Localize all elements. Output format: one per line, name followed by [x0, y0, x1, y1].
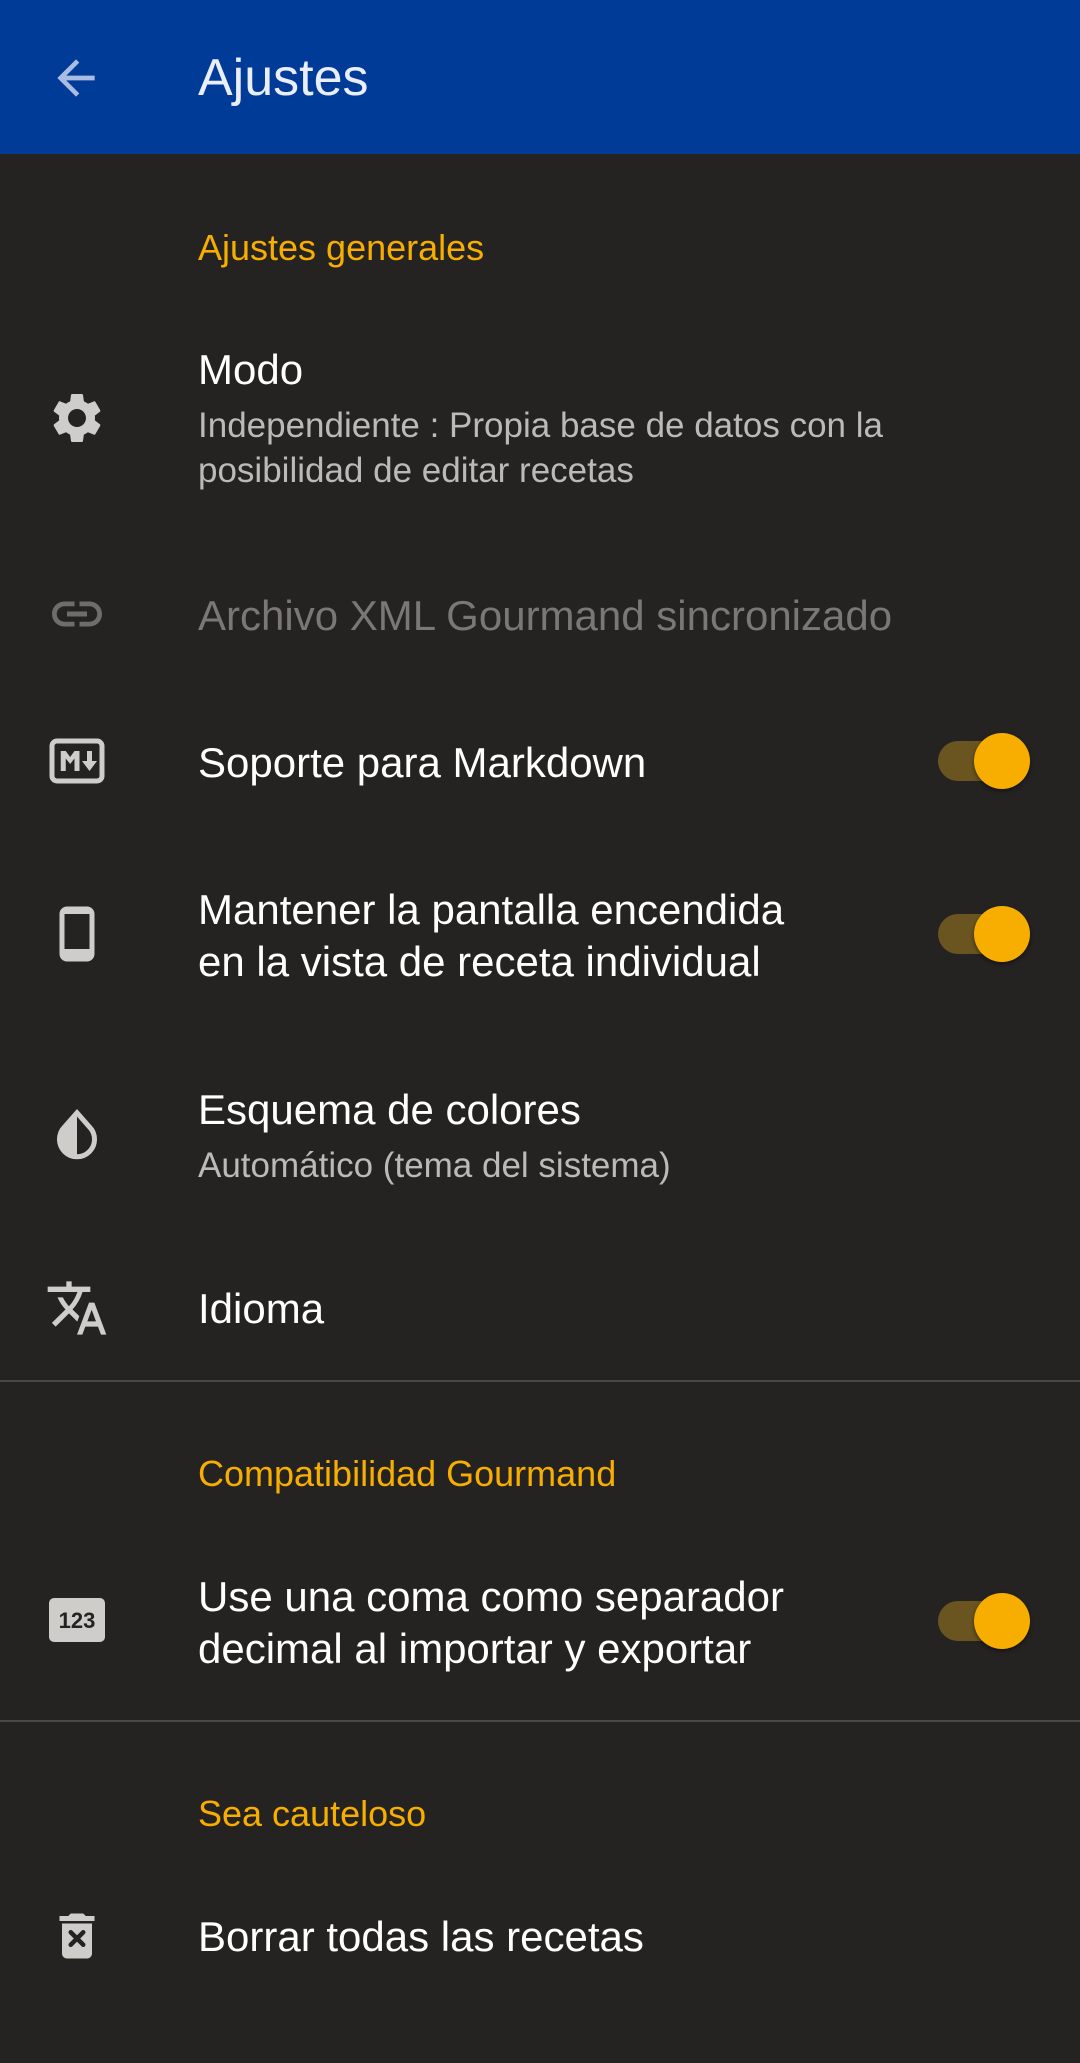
switch-thumb	[974, 733, 1030, 789]
section-header-general: Ajustes generales	[198, 227, 485, 268]
section-header-compat: Compatibilidad Gourmand	[198, 1453, 617, 1494]
section-divider	[0, 1720, 1080, 1722]
gear-icon	[37, 378, 117, 458]
section-header-danger: Sea cauteloso	[198, 1793, 427, 1834]
translate-icon	[37, 1268, 117, 1348]
svg-text:123: 123	[59, 1608, 96, 1633]
pref-keep-screen-on-title-line2: en la vista de receta individual	[198, 938, 761, 985]
arrow-back-icon	[48, 50, 104, 111]
pref-language-title: Idioma	[198, 1285, 325, 1332]
markdown-icon	[37, 721, 117, 801]
pref-mode-summary: Independiente : Propia base de datos con…	[198, 406, 883, 490]
back-button[interactable]	[36, 40, 116, 120]
pref-delete-all-title: Borrar todas las recetas	[198, 1913, 644, 1960]
link-icon	[37, 574, 117, 654]
trash-x-icon	[37, 1896, 117, 1976]
contrast-drop-icon	[37, 1094, 117, 1174]
pref-mode-title: Modo	[198, 346, 304, 393]
top-app-bar: Ajustes	[0, 0, 1080, 154]
page-title: Ajustes	[198, 49, 369, 107]
markdown-switch[interactable]	[934, 731, 1034, 791]
pref-color-scheme-title: Esquema de colores	[198, 1086, 581, 1133]
section-divider	[0, 1380, 1080, 1382]
pref-language[interactable]	[0, 1240, 1080, 1380]
pref-keep-screen-on-title-line1: Mantener la pantalla encendida	[198, 886, 785, 933]
switch-thumb	[974, 1593, 1030, 1649]
pref-color-scheme-summary: Automático (tema del sistema)	[198, 1146, 671, 1185]
pref-markdown-title: Soporte para Markdown	[198, 739, 647, 786]
pref-decimal-comma-title-line2: decimal al importar y exportar	[198, 1625, 752, 1672]
pref-xml-sync-title: Archivo XML Gourmand sincronizado	[198, 592, 893, 639]
switch-thumb	[974, 906, 1030, 962]
numbers-123-icon: 123	[37, 1580, 117, 1660]
keep-screen-on-switch[interactable]	[934, 904, 1034, 964]
phone-icon	[37, 894, 117, 974]
pref-decimal-comma-title-line1: Use una coma como separador	[198, 1573, 784, 1620]
decimal-comma-switch[interactable]	[934, 1591, 1034, 1651]
